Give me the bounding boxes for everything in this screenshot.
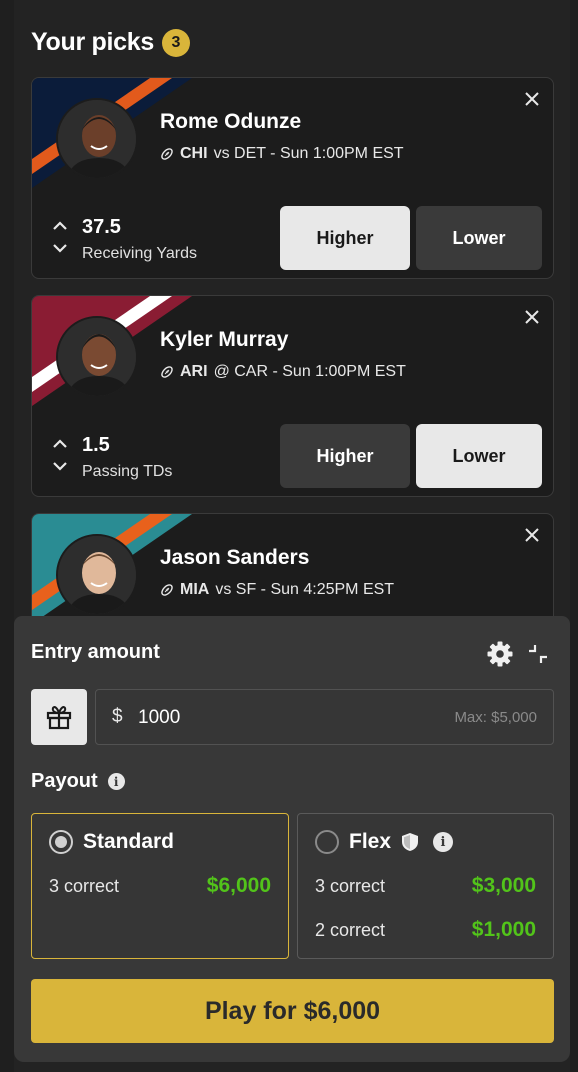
team-abbr: CHI (180, 145, 208, 162)
higher-button[interactable]: Higher (280, 424, 410, 488)
pick-card: Rome Odunze CHI vs DET - Sun 1:00PM EST … (31, 77, 554, 279)
projection-line: 37.5 (82, 216, 121, 238)
payout-header: Payout i (31, 770, 125, 793)
entry-sheet: Entry amount $ Max: $5,000 Payout (14, 616, 570, 1062)
player-avatar (56, 534, 138, 616)
payout-row: 2 correct $1,000 (315, 918, 536, 942)
shield-icon (402, 833, 419, 851)
team-abbr: ARI (180, 363, 208, 380)
matchup-text: vs SF - Sun 4:25PM EST (215, 581, 395, 598)
football-icon (161, 148, 173, 160)
payout-row-amount: $6,000 (206, 874, 271, 897)
entry-amount-field[interactable]: $ Max: $5,000 (95, 689, 554, 745)
entry-amount-title: Entry amount (31, 641, 160, 663)
close-icon[interactable] (523, 526, 541, 544)
entry-amount-input[interactable] (138, 704, 398, 732)
player-name: Rome Odunze (160, 110, 302, 133)
higher-lower-toggle: Higher Lower (280, 206, 542, 270)
close-icon[interactable] (523, 90, 541, 108)
matchup-text: vs DET - Sun 1:00PM EST (213, 145, 404, 162)
higher-button[interactable]: Higher (280, 206, 410, 270)
max-amount-hint: Max: $5,000 (454, 709, 537, 726)
close-icon[interactable] (523, 308, 541, 326)
football-icon (161, 366, 173, 378)
gear-icon[interactable] (486, 640, 514, 668)
picks-header: Your picks 3 (31, 28, 190, 57)
pick-count-badge: 3 (161, 28, 190, 57)
chevron-up-down-icon[interactable] (50, 218, 70, 256)
play-button[interactable]: Play for $6,000 (31, 979, 554, 1043)
option-label: Standard (83, 830, 175, 853)
game-info: MIA vs SF - Sun 4:25PM EST (160, 581, 394, 599)
player-name: Jason Sanders (160, 546, 310, 569)
chevron-up-down-icon[interactable] (50, 436, 70, 474)
higher-lower-toggle: Higher Lower (280, 424, 542, 488)
payout-title: Payout (31, 770, 98, 792)
radio-selected[interactable] (49, 830, 73, 854)
collapse-icon[interactable] (526, 642, 550, 666)
matchup-text: @ CAR - Sun 1:00PM EST (213, 363, 406, 380)
payout-row: 3 correct $3,000 (315, 874, 536, 898)
projection-line: 1.5 (82, 434, 110, 456)
game-info: ARI @ CAR - Sun 1:00PM EST (160, 363, 406, 381)
gift-button[interactable] (31, 689, 87, 745)
payout-option-flex[interactable]: Flex i 3 correct $3,000 2 correct $1,000 (297, 813, 554, 959)
payout-row-label: 2 correct (315, 919, 386, 940)
currency-symbol: $ (112, 706, 123, 727)
stat-type: Receiving Yards (82, 245, 198, 262)
payout-row-amount: $1,000 (471, 918, 536, 941)
payout-row: 3 correct $6,000 (49, 874, 271, 898)
team-abbr: MIA (180, 581, 210, 598)
option-label: Flex (349, 830, 392, 853)
info-icon[interactable]: i (433, 832, 454, 852)
player-name: Kyler Murray (160, 328, 289, 351)
lower-button[interactable]: Lower (416, 206, 542, 270)
info-icon[interactable]: i (107, 773, 125, 790)
lower-button[interactable]: Lower (416, 424, 542, 488)
pick-card: Kyler Murray ARI @ CAR - Sun 1:00PM EST … (31, 295, 554, 497)
player-avatar (56, 98, 138, 180)
football-icon (161, 584, 173, 596)
gift-icon (46, 706, 72, 730)
game-info: CHI vs DET - Sun 1:00PM EST (160, 145, 404, 163)
stat-type: Passing TDs (82, 463, 173, 480)
player-avatar (56, 316, 138, 398)
page-title: Your picks (31, 28, 154, 56)
radio-unselected[interactable] (315, 830, 339, 854)
payout-row-amount: $3,000 (471, 874, 536, 897)
payout-row-label: 3 correct (315, 875, 386, 896)
payout-row-label: 3 correct (49, 875, 120, 896)
payout-option-standard[interactable]: Standard 3 correct $6,000 (31, 813, 289, 959)
